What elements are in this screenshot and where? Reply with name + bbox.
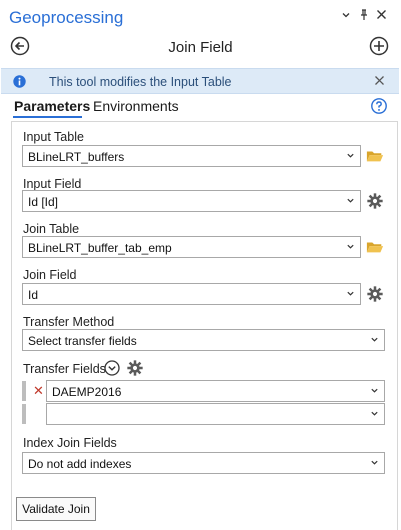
- input-field-label: Input Field: [23, 177, 82, 191]
- join-table-label: Join Table: [23, 222, 80, 236]
- transfer-method-value: Select transfer fields: [28, 334, 137, 348]
- tool-header: Join Field: [0, 32, 401, 62]
- index-join-fields-dropdown[interactable]: Do not add indexes: [22, 452, 385, 474]
- chevron-down-icon: [370, 409, 379, 418]
- join-table-dropdown[interactable]: BLineLRT_buffer_tab_emp: [22, 236, 361, 258]
- join-field-dropdown[interactable]: Id: [22, 283, 361, 305]
- transfer-field-dropdown[interactable]: DAEMP2016: [46, 380, 385, 402]
- chevron-down-icon: [370, 386, 379, 395]
- transfer-fields-label: Transfer Fields: [23, 362, 106, 376]
- chevron-down-icon: [346, 196, 355, 205]
- row-drag-handle[interactable]: [22, 381, 26, 401]
- join-table-value: BLineLRT_buffer_tab_emp: [28, 241, 172, 255]
- chevron-down-icon: [370, 335, 379, 344]
- input-table-label: Input Table: [23, 130, 84, 144]
- close-banner-icon[interactable]: [374, 72, 385, 90]
- input-table-value: BLineLRT_buffers: [28, 150, 125, 164]
- tool-title: Join Field: [168, 39, 233, 56]
- index-join-fields-label: Index Join Fields: [23, 436, 117, 450]
- title-bar: Geoprocessing: [0, 0, 401, 36]
- close-pane-icon[interactable]: [376, 9, 387, 23]
- collapse-circle-chevron-icon[interactable]: [104, 360, 120, 376]
- info-icon: [13, 75, 26, 88]
- browse-folder-icon[interactable]: [366, 238, 384, 256]
- transfer-field-empty-dropdown[interactable]: [46, 403, 385, 425]
- input-table-dropdown[interactable]: BLineLRT_buffers: [22, 145, 361, 167]
- gear-icon[interactable]: [126, 359, 144, 377]
- pane-title: Geoprocessing: [9, 8, 124, 27]
- info-banner-text: This tool modifies the Input Table: [49, 75, 232, 89]
- tab-parameters[interactable]: Parameters: [14, 98, 90, 114]
- index-join-fields-value: Do not add indexes: [28, 457, 132, 471]
- remove-row-icon[interactable]: ✕: [33, 384, 44, 398]
- pin-icon[interactable]: [359, 9, 369, 24]
- info-banner: This tool modifies the Input Table: [1, 68, 399, 94]
- chevron-down-icon: [346, 289, 355, 298]
- input-field-value: Id [Id]: [28, 195, 59, 209]
- chevron-down-icon: [370, 458, 379, 467]
- gear-icon[interactable]: [366, 285, 384, 303]
- join-field-label: Join Field: [23, 268, 77, 282]
- chevron-down-icon: [346, 151, 355, 160]
- chevron-down-icon: [346, 242, 355, 251]
- row-drag-handle[interactable]: [22, 404, 26, 424]
- gear-icon[interactable]: [366, 192, 384, 210]
- browse-folder-icon[interactable]: [366, 147, 384, 165]
- tab-bar: Parameters Environments: [0, 96, 401, 120]
- add-circle-icon[interactable]: [369, 36, 389, 56]
- transfer-method-dropdown[interactable]: Select transfer fields: [22, 329, 385, 351]
- validate-join-button[interactable]: Validate Join: [16, 497, 96, 521]
- active-tab-indicator: [13, 116, 82, 118]
- pane-options-chevron-icon[interactable]: [341, 9, 351, 23]
- transfer-method-label: Transfer Method: [23, 315, 115, 329]
- help-icon[interactable]: [371, 98, 387, 114]
- tab-environments[interactable]: Environments: [93, 98, 179, 114]
- transfer-field-value: DAEMP2016: [52, 385, 122, 399]
- join-field-value: Id: [28, 288, 39, 302]
- input-field-dropdown[interactable]: Id [Id]: [22, 190, 361, 212]
